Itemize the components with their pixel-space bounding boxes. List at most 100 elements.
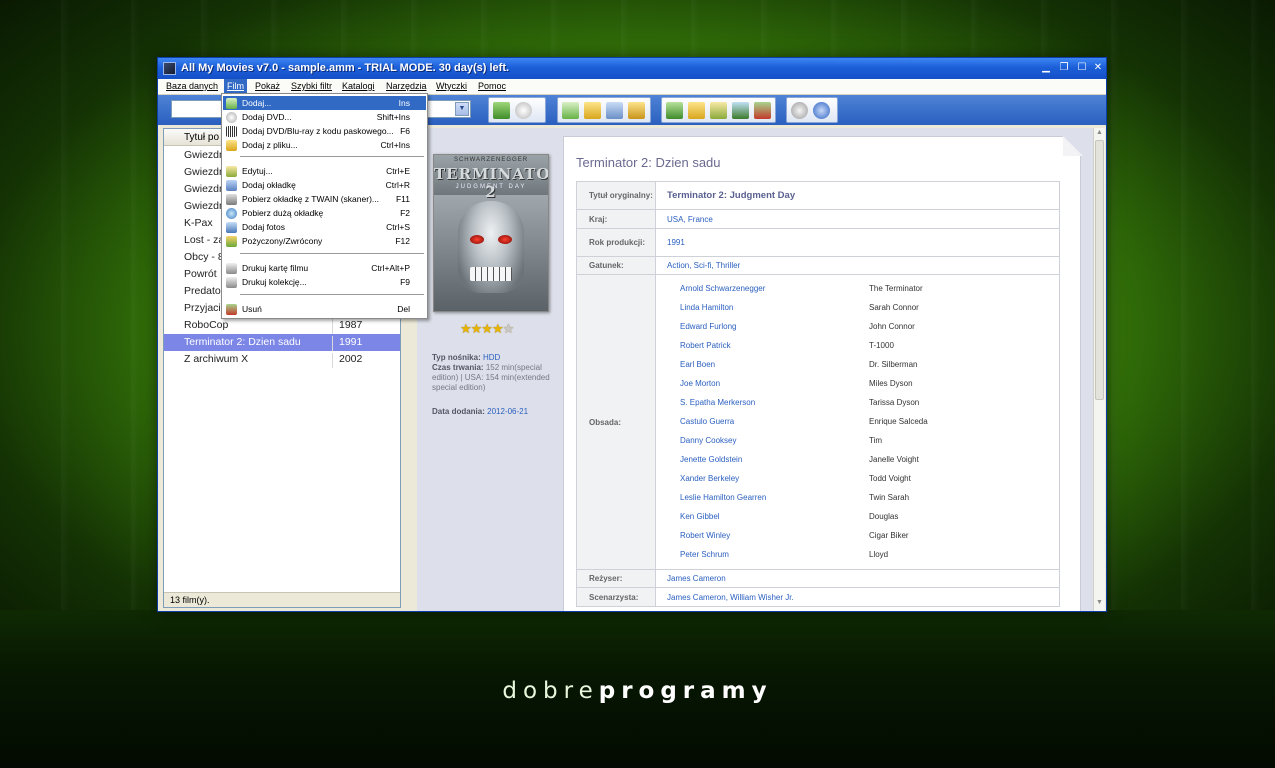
- menu-pomoc[interactable]: Pomoc: [478, 81, 506, 91]
- cast-actor[interactable]: Arnold Schwarzenegger: [680, 284, 765, 293]
- cast-actor[interactable]: Ken Gibbel: [680, 512, 720, 521]
- cast-actor[interactable]: S. Epatha Merkerson: [680, 398, 755, 407]
- list-item[interactable]: Z archiwum X 2002: [164, 351, 400, 368]
- window-title: All My Movies v7.0 - sample.amm - TRIAL …: [181, 62, 510, 74]
- writer-label: Scenarzysta:: [577, 588, 656, 606]
- cast-actor[interactable]: Peter Schrum: [680, 550, 729, 559]
- year-label: Rok produkcji:: [577, 229, 656, 256]
- menu-item-shortcut: F9: [400, 277, 410, 287]
- folder-open-icon[interactable]: [688, 102, 705, 119]
- cast-actor[interactable]: Castulo Guerra: [680, 417, 734, 426]
- cast-actor[interactable]: Xander Berkeley: [680, 474, 739, 483]
- menu-item-dodaj[interactable]: Dodaj... Ins: [223, 96, 426, 110]
- menu-item-label: Drukuj kolekcję...: [242, 277, 307, 287]
- cast-label: Obsada:: [577, 275, 656, 569]
- original-title-value: Terminator 2: Judgment Day: [667, 190, 796, 201]
- menu-item-label: Edytuj...: [242, 166, 273, 176]
- year-value[interactable]: 1991: [667, 229, 685, 256]
- menu-item-dodaj-barcode[interactable]: Dodaj DVD/Blu-ray z kodu paskowego... F6: [223, 124, 426, 138]
- list-item-selected[interactable]: Terminator 2: Dzien sadu 1991: [164, 334, 400, 351]
- cast-row: Linda Hamilton Sarah Connor: [680, 298, 1060, 317]
- menu-item-twain[interactable]: Pobierz okładkę z TWAIN (skaner)... F11: [223, 192, 426, 206]
- menu-item-dodaj-z-pliku[interactable]: Dodaj z pliku... Ctrl+Ins: [223, 138, 426, 152]
- rating-stars[interactable]: ★★★★★: [460, 321, 514, 337]
- settings-icon[interactable]: [791, 102, 808, 119]
- menu-item-dodaj-fotos[interactable]: Dodaj fotos Ctrl+S: [223, 220, 426, 234]
- folder-icon[interactable]: [584, 102, 601, 119]
- menu-item-label: Usuń: [242, 304, 262, 314]
- cast-row: Jenette Goldstein Janelle Voight: [680, 450, 1060, 469]
- add-movie-icon[interactable]: [493, 102, 510, 119]
- cast-actor[interactable]: Robert Winley: [680, 531, 730, 540]
- genre-value[interactable]: Action, Sci-fi, Thriller: [667, 257, 740, 274]
- country-value[interactable]: USA, France: [667, 210, 713, 228]
- add-icon[interactable]: [562, 102, 579, 119]
- cast-row: Leslie Hamilton Gearren Twin Sarah: [680, 488, 1060, 507]
- delete-icon: [226, 304, 237, 315]
- scroll-up-icon[interactable]: ▲: [1094, 129, 1105, 139]
- menu-item-drukuj-karte[interactable]: Drukuj kartę filmu Ctrl+Alt+P: [223, 261, 426, 275]
- menu-item-duza-okladka[interactable]: Pobierz dużą okładkę F2: [223, 206, 426, 220]
- movie-cover[interactable]: SCHWARZENEGGER TERMINATOR 2 JUDGMENT DAY: [433, 154, 549, 312]
- added-value: 2012-06-21: [487, 407, 529, 416]
- delete-icon[interactable]: [754, 102, 771, 119]
- cast-role: T-1000: [869, 341, 894, 350]
- cast-actor[interactable]: Edward Furlong: [680, 322, 736, 331]
- edit-icon[interactable]: [710, 102, 727, 119]
- menu-item-drukuj-kolekcje[interactable]: Drukuj kolekcję... F9: [223, 275, 426, 289]
- search-person-icon[interactable]: [606, 102, 623, 119]
- menu-item-label: Pożyczony/Zwrócony: [242, 236, 323, 246]
- menu-wtyczki[interactable]: Wtyczki: [436, 81, 467, 91]
- menu-item-pozyczony[interactable]: Pożyczony/Zwrócony F12: [223, 234, 426, 248]
- cover-actor-name: SCHWARZENEGGER: [453, 157, 529, 163]
- film-menu-dropdown: Dodaj... Ins Dodaj DVD... Shift+Ins Doda…: [221, 93, 428, 319]
- cover-subtitle: JUDGMENT DAY: [455, 184, 527, 190]
- scroll-down-icon[interactable]: ▼: [1094, 599, 1105, 609]
- menu-item-usun[interactable]: Usuń Del: [223, 302, 426, 316]
- cast-actor[interactable]: Linda Hamilton: [680, 303, 733, 312]
- menu-baza-danych[interactable]: Baza danych: [166, 81, 218, 91]
- help-icon[interactable]: [813, 102, 830, 119]
- scroll-thumb[interactable]: [1095, 140, 1104, 400]
- menu-narzedzia[interactable]: Narzędzia: [386, 81, 427, 91]
- cast-actor[interactable]: Danny Cooksey: [680, 436, 736, 445]
- brand-part-2: programy: [598, 678, 773, 704]
- menu-item-dodaj-okladke[interactable]: Dodaj okładkę Ctrl+R: [223, 178, 426, 192]
- combo-arrow-icon[interactable]: ▼: [455, 102, 469, 116]
- app-icon[interactable]: [163, 62, 176, 75]
- disc-icon[interactable]: [515, 102, 532, 119]
- add-icon: [226, 98, 237, 109]
- close-button[interactable]: ✕: [1090, 61, 1106, 76]
- add-green-icon[interactable]: [666, 102, 683, 119]
- maximize-button[interactable]: ☐: [1074, 61, 1090, 76]
- media-value[interactable]: HDD: [483, 353, 500, 362]
- menu-katalogi[interactable]: Katalogi: [342, 81, 375, 91]
- cast-actor[interactable]: Earl Boen: [680, 360, 715, 369]
- cast-actor[interactable]: Jenette Goldstein: [680, 455, 742, 464]
- minimize-button[interactable]: ▁: [1038, 61, 1054, 76]
- column-title-header[interactable]: Tytuł po: [184, 132, 219, 143]
- star-icon: ★★★★: [460, 321, 504, 336]
- writer-value[interactable]: James Cameron, William Wisher Jr.: [667, 588, 794, 606]
- cast-actor[interactable]: Leslie Hamilton Gearren: [680, 493, 766, 502]
- key-icon[interactable]: [628, 102, 645, 119]
- cast-role: Janelle Voight: [869, 455, 919, 464]
- menu-item-shortcut: Ctrl+Alt+P: [371, 263, 410, 273]
- menu-szybki-filtr[interactable]: Szybki filtr: [291, 81, 332, 91]
- menu-pokaz[interactable]: Pokaż: [255, 81, 280, 91]
- menu-item-shortcut: F12: [395, 236, 410, 246]
- list-item[interactable]: RoboCop 1987: [164, 317, 400, 334]
- cast-role: Sarah Connor: [869, 303, 919, 312]
- menu-item-dodaj-dvd[interactable]: Dodaj DVD... Shift+Ins: [223, 110, 426, 124]
- detail-row-cast: Obsada: Arnold Schwarzenegger The Termina…: [577, 275, 1059, 570]
- cast-role: Todd Voight: [869, 474, 911, 483]
- menu-item-shortcut: F6: [400, 126, 410, 136]
- photo-icon: [226, 222, 237, 233]
- director-value[interactable]: James Cameron: [667, 570, 726, 587]
- cast-actor[interactable]: Joe Morton: [680, 379, 720, 388]
- cast-actor[interactable]: Robert Patrick: [680, 341, 731, 350]
- detail-scrollbar[interactable]: ▲ ▼: [1093, 128, 1105, 611]
- menu-item-edytuj[interactable]: Edytuj... Ctrl+E: [223, 164, 426, 178]
- web-icon[interactable]: [732, 102, 749, 119]
- restore-button[interactable]: ❐: [1056, 61, 1072, 76]
